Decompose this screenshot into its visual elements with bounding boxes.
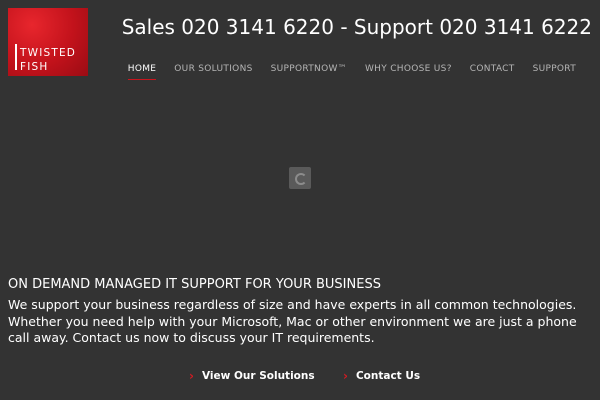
nav-item-contact[interactable]: CONTACT (461, 64, 524, 74)
view-solutions-button[interactable]: › View Our Solutions (189, 369, 315, 383)
logo-bar (15, 44, 17, 70)
chevron-right-icon: › (343, 369, 348, 383)
nav-item-home[interactable]: HOME (119, 64, 166, 80)
hero-headline: ON DEMAND MANAGED IT SUPPORT FOR YOUR BU… (8, 277, 381, 292)
main-nav: HOME OUR SOLUTIONS SUPPORTNOW™ WHY CHOOS… (119, 64, 585, 80)
phone-numbers: Sales 020 3141 6220 - Support 020 3141 6… (121, 15, 592, 39)
contact-us-button[interactable]: › Contact Us (343, 369, 420, 383)
twisted-fish-logo[interactable]: TWISTED FISH (8, 8, 88, 76)
contact-us-label: Contact Us (355, 370, 421, 382)
loading-spinner-icon (289, 167, 311, 189)
logo-text-line2: FISH (20, 61, 49, 73)
logo-text-line1: TWISTED (20, 47, 77, 59)
nav-item-support[interactable]: SUPPORT (524, 64, 585, 74)
nav-item-supportnow[interactable]: SUPPORTNOW™ (262, 64, 356, 74)
nav-item-why-choose-us[interactable]: WHY CHOOSE US? (356, 64, 461, 74)
hero-description: We support your business regardless of s… (8, 297, 577, 345)
cta-row: › View Our Solutions › Contact Us (0, 369, 600, 385)
nav-item-our-solutions[interactable]: OUR SOLUTIONS (165, 64, 261, 74)
chevron-right-icon: › (189, 369, 194, 383)
view-solutions-label: View Our Solutions (201, 370, 315, 382)
